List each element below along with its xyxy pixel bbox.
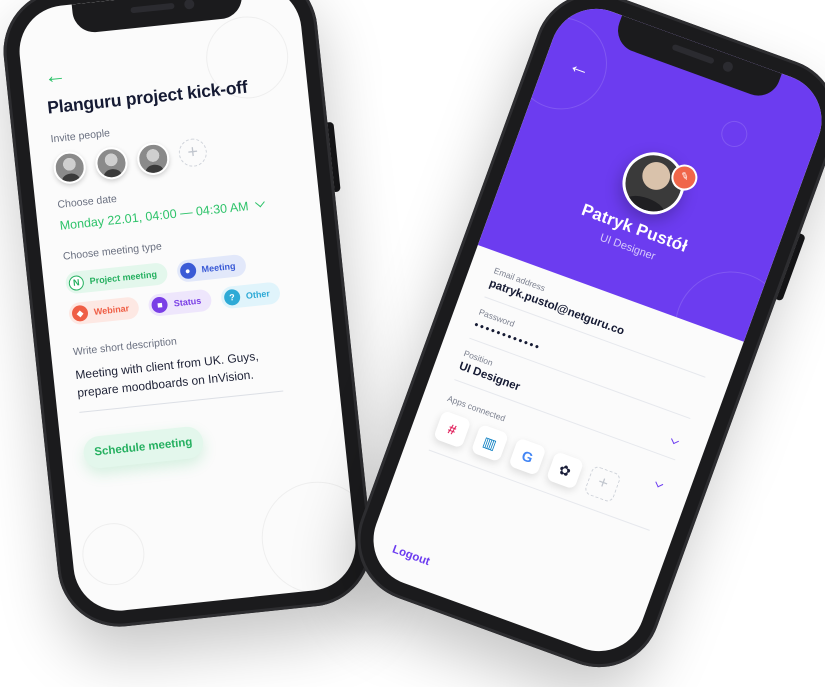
chip-label: Webinar (93, 303, 130, 317)
decorative-circle (256, 476, 361, 600)
page-title: Planguru project kick-off (46, 76, 249, 118)
meeting-type-status[interactable]: ■ Status (147, 288, 213, 318)
meeting-type-other[interactable]: ? Other (219, 281, 281, 310)
chevron-down-icon (254, 197, 265, 208)
profile-screen: ← ✎ Patryk Pustół UI Designer Email addr… (360, 0, 825, 665)
decorative-circle (502, 4, 620, 123)
meeting-type-webinar[interactable]: ◆ Webinar (67, 296, 141, 326)
status-doc-icon: ■ (151, 296, 169, 314)
logout-button[interactable]: Logout (391, 544, 432, 569)
avatar[interactable] (135, 141, 171, 177)
slack-icon[interactable]: # (433, 410, 472, 449)
choose-date-label: Choose date (56, 192, 118, 212)
chat-bubble-icon: ● (178, 262, 197, 280)
add-person-button[interactable]: + (177, 137, 209, 169)
meeting-type-chips: N Project meeting ● Meeting ◆ Webinar ■ … (64, 248, 309, 326)
question-mark-icon: ? (223, 288, 241, 307)
description-label: Write short description (72, 335, 178, 359)
chip-label: Other (245, 288, 271, 301)
decorative-circle (79, 520, 148, 589)
avatar[interactable] (93, 145, 130, 181)
meeting-type-meeting[interactable]: ● Meeting (175, 253, 247, 283)
schedule-meeting-button[interactable]: Schedule meeting (82, 425, 205, 470)
back-arrow-icon[interactable]: ← (43, 62, 67, 89)
invited-people-list: + (52, 137, 209, 186)
chip-label: Project meeting (89, 269, 158, 287)
meeting-phone: ← Planguru project kick-off Invite peopl… (0, 0, 378, 633)
decorative-circle (717, 117, 751, 151)
profile-phone: ← ✎ Patryk Pustół UI Designer Email addr… (340, 0, 825, 685)
megaphone-icon: ◆ (71, 304, 89, 323)
chip-label: Status (173, 295, 202, 309)
project-meeting-icon: N (68, 274, 85, 291)
meeting-type-label: Choose meeting type (62, 240, 163, 263)
flower-icon[interactable]: ✿ (545, 451, 585, 490)
avatar[interactable] (52, 150, 88, 186)
add-app-button[interactable]: + (583, 464, 622, 504)
google-icon[interactable]: G (508, 437, 547, 476)
invite-people-label: Invite people (50, 127, 111, 146)
trello-icon[interactable]: ▥ (470, 423, 510, 463)
description-input[interactable]: Meeting with client from UK. Guys, prepa… (74, 344, 284, 413)
chip-label: Meeting (201, 260, 236, 275)
meeting-type-project[interactable]: N Project meeting (64, 262, 168, 295)
meeting-screen: ← Planguru project kick-off Invite peopl… (14, 0, 361, 616)
